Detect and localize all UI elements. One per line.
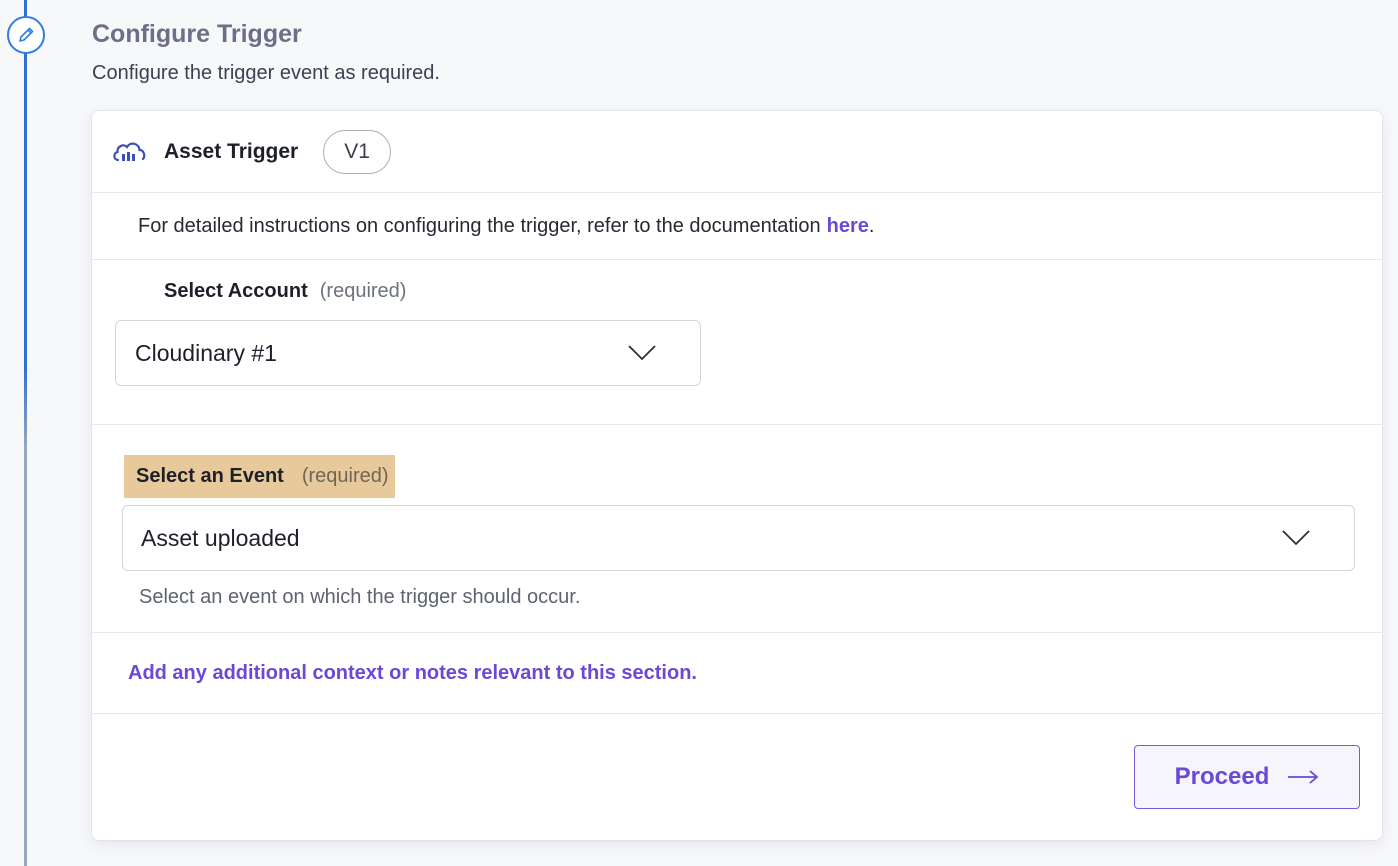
proceed-button[interactable]: Proceed (1134, 745, 1360, 809)
account-label-group: Select Account (required) (164, 280, 406, 303)
step-rail (24, 62, 27, 866)
event-required: (required) (301, 465, 389, 487)
account-value: Cloudinary #1 (135, 339, 277, 366)
account-label: Select Account (164, 280, 308, 302)
step-indicator[interactable] (7, 16, 45, 54)
event-help-text: Select an event on which the trigger sho… (139, 586, 581, 608)
chevron-down-icon (628, 345, 656, 361)
event-label: Select an Event (136, 465, 284, 487)
event-section: Select an Event (required) Asset uploade… (92, 425, 1382, 633)
cloud-icon (113, 142, 146, 161)
chevron-down-icon (1282, 530, 1310, 546)
documentation-link[interactable]: here (827, 215, 869, 238)
proceed-label: Proceed (1174, 763, 1270, 790)
pencil-icon (19, 27, 34, 42)
instructions-text: For detailed instructions on configuring… (138, 214, 821, 237)
event-select[interactable]: Asset uploaded (122, 505, 1355, 571)
arrow-right-icon (1288, 770, 1319, 784)
version-badge: V1 (323, 129, 391, 174)
page-title: Configure Trigger (92, 20, 302, 48)
trigger-card: Asset Trigger V1 For detailed instructio… (91, 110, 1383, 841)
notes-section: Add any additional context or notes rele… (92, 633, 1382, 714)
account-section: Select Account (required) Cloudinary #1 (92, 260, 1382, 425)
instructions: For detailed instructions on configuring… (92, 193, 1382, 260)
page: Configure Trigger Configure the trigger … (0, 0, 1398, 866)
instructions-end: . (868, 214, 875, 237)
card-header: Asset Trigger V1 (92, 111, 1382, 193)
add-notes-link[interactable]: Add any additional context or notes rele… (128, 662, 697, 685)
event-value: Asset uploaded (141, 524, 300, 551)
card-title: Asset Trigger (164, 139, 299, 163)
event-label-group: Select an Event (required) (124, 455, 395, 498)
page-subtitle: Configure the trigger event as required. (92, 62, 440, 84)
account-required: (required) (319, 280, 407, 302)
account-select[interactable]: Cloudinary #1 (115, 320, 701, 386)
